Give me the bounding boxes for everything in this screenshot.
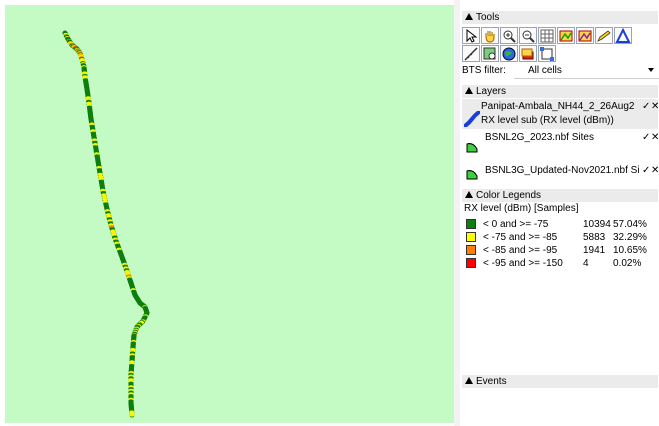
bts-filter-select[interactable]: All cells — [514, 62, 659, 79]
visible-check-icon[interactable]: ✓ — [642, 132, 650, 143]
bts-filter-label: BTS filter: — [462, 65, 506, 76]
resize-frame-button[interactable] — [538, 45, 556, 62]
pencil-button[interactable] — [595, 27, 613, 44]
triangle-icon — [615, 27, 631, 43]
tools-title: Tools — [476, 12, 500, 23]
layers-stack-icon — [521, 48, 534, 59]
remove-layer-icon[interactable]: ✕ — [651, 132, 659, 143]
legend-swatch — [466, 232, 476, 242]
legend-count: 4 — [583, 258, 589, 269]
legend-swatch — [466, 258, 476, 268]
layer-title: BSNL2G_2023.nbf Sites — [485, 132, 594, 143]
bts-filter-value: All cells — [528, 65, 562, 76]
chevron-down-icon — [648, 68, 654, 72]
collapse-icon — [465, 377, 473, 384]
collapse-icon — [465, 13, 473, 20]
remove-layer-icon[interactable]: ✕ — [651, 101, 659, 112]
layer-title: Panipat-Ambala_NH44_2_26Aug2 — [481, 101, 635, 112]
events-title: Events — [476, 376, 507, 387]
remove-layer-icon[interactable]: ✕ — [651, 165, 659, 176]
resize-frame-icon — [540, 46, 554, 61]
legend-range: < 0 and >= -75 — [483, 219, 549, 230]
legend-swatch — [466, 245, 476, 255]
legend-count: 5883 — [583, 232, 606, 243]
legend-range: < -95 and >= -150 — [483, 258, 563, 269]
ruler-icon — [464, 46, 478, 61]
tools-header[interactable]: Tools — [462, 11, 658, 24]
legend-count: 10394 — [583, 219, 611, 230]
events-header[interactable]: Events — [462, 375, 658, 388]
pan-hand-button[interactable] — [481, 27, 499, 44]
legend-percent: 0.02% — [613, 258, 642, 269]
ruler-button[interactable] — [462, 45, 480, 62]
legend-percent: 32.29% — [613, 232, 647, 243]
legend-row: < -85 and >= -95 1941 10.65% — [460, 245, 659, 257]
route-line — [62, 30, 150, 418]
side-panel: Tools BTS filter: All cells Layers Panip… — [460, 8, 659, 426]
grid-zoom-button[interactable] — [538, 27, 556, 44]
map-view[interactable] — [5, 5, 454, 423]
grid-zoom-icon — [540, 29, 554, 42]
legend-count: 1941 — [583, 245, 606, 256]
layer-item-2g-sites[interactable]: BSNL2G_2023.nbf Sites ✓ ✕ — [462, 129, 659, 157]
layer-item-3g-sites[interactable]: BSNL3G_Updated-Nov2021.nbf Si ✓ ✕ — [462, 157, 659, 185]
legend-row: < -75 and >= -85 5883 32.29% — [460, 232, 659, 244]
select-arrow-icon — [466, 28, 478, 43]
globe-icon — [502, 47, 516, 60]
map-purple-icon — [578, 30, 592, 41]
zoom-in-button[interactable] — [500, 27, 518, 44]
legend-title: Color Legends — [476, 190, 542, 201]
layer-subtitle: RX level sub (RX level (dBm)) — [481, 115, 614, 126]
zoom-out-icon — [522, 30, 535, 43]
globe-button[interactable] — [500, 45, 518, 62]
collapse-icon — [465, 191, 473, 198]
layers-header[interactable]: Layers — [462, 85, 658, 98]
legend-range: < -85 and >= -95 — [483, 245, 558, 256]
select-arrow-button[interactable] — [462, 27, 480, 44]
legend-range: < -75 and >= -85 — [483, 232, 558, 243]
legend-row: < 0 and >= -75 10394 57.04% — [460, 219, 659, 231]
collapse-icon — [465, 87, 473, 94]
legend-header[interactable]: Color Legends — [462, 189, 658, 202]
map-green-icon — [559, 30, 573, 41]
visible-check-icon[interactable]: ✓ — [642, 165, 650, 176]
pencil-icon — [597, 29, 611, 42]
legend-swatch — [466, 219, 476, 229]
zoom-out-button[interactable] — [519, 27, 537, 44]
legend-subtitle: RX level (dBm) [Samples] — [464, 203, 579, 214]
search-map-icon — [483, 47, 496, 59]
visible-check-icon[interactable]: ✓ — [642, 101, 650, 112]
legend-percent: 10.65% — [613, 245, 647, 256]
layers-title: Layers — [476, 86, 507, 97]
triangle-button[interactable] — [614, 27, 632, 44]
search-map-button[interactable] — [481, 45, 499, 62]
route-layer-icon — [464, 111, 480, 127]
layer-title: BSNL3G_Updated-Nov2021.nbf Si — [485, 165, 640, 176]
map-purple-button[interactable] — [576, 27, 594, 44]
layers-stack-button[interactable] — [519, 45, 537, 62]
pan-hand-icon — [485, 30, 495, 43]
site-layer-icon — [466, 170, 478, 180]
drive-route — [62, 30, 150, 418]
layer-item-route[interactable]: Panipat-Ambala_NH44_2_26Aug2 RX level su… — [462, 99, 659, 129]
site-layer-icon — [466, 143, 478, 153]
map-green-button[interactable] — [557, 27, 575, 44]
legend-percent: 57.04% — [613, 219, 647, 230]
zoom-in-icon — [503, 30, 516, 43]
route-sample — [129, 413, 135, 417]
legend-row: < -95 and >= -150 4 0.02% — [460, 258, 659, 270]
